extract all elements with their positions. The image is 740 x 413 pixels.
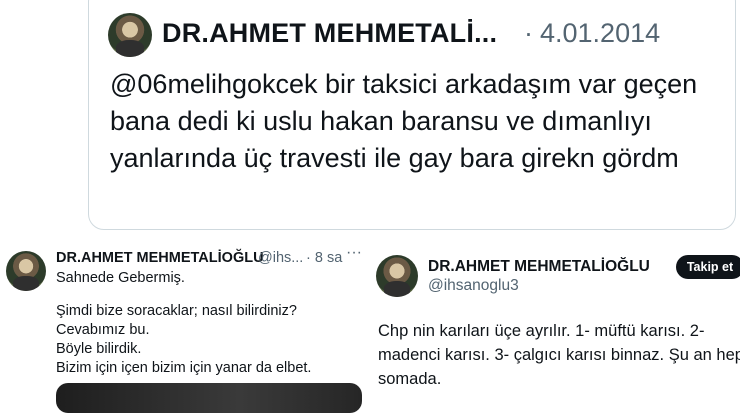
right-tweet-line: Chp nin karıları üçe ayrılır. 1- müftü k… xyxy=(378,322,705,340)
left-tweet-line: Bizim için içen bizim için yanar da elbe… xyxy=(56,360,312,376)
left-tweet-author-name[interactable]: DR.AHMET MEHMETALİOĞLU xyxy=(56,250,264,266)
right-tweet-author-name[interactable]: DR.AHMET MEHMETALİOĞLU xyxy=(428,258,650,276)
right-tweet-line: madenci karısı. 3- çalgıcı karısı binnaz… xyxy=(378,346,740,364)
left-tweet-avatar[interactable] xyxy=(6,251,46,291)
follow-button[interactable]: Takip et xyxy=(676,255,740,279)
top-tweet-date[interactable]: 4.01.2014 xyxy=(540,18,660,49)
top-tweet-separator: · xyxy=(524,18,533,48)
left-tweet-line: Şimdi bize soracaklar; nasıl bilirdiniz? xyxy=(56,303,297,319)
more-options-icon[interactable]: ··· xyxy=(346,244,362,262)
top-tweet-author-name[interactable]: DR.AHMET MEHMETALİ... xyxy=(162,18,497,49)
left-tweet-line: Cevabımız bu. xyxy=(56,322,150,338)
right-tweet-text: Chp nin karıları üçe ayrılır. 1- müftü k… xyxy=(378,319,740,391)
right-tweet-line: somada. xyxy=(378,370,442,388)
top-tweet-text: @06melihgokcek bir taksici arkadaşım var… xyxy=(110,69,698,173)
top-tweet-avatar[interactable] xyxy=(108,13,152,57)
left-tweet-line: Sahnede Gebermiş. xyxy=(56,270,185,286)
left-tweet-media[interactable] xyxy=(56,383,362,413)
left-tweet-line: Böyle bilirdik. xyxy=(56,341,142,357)
right-tweet-avatar[interactable] xyxy=(376,255,418,297)
left-tweet-handle[interactable]: @ihs... xyxy=(258,250,303,266)
right-tweet-handle[interactable]: @ihsanoglu3 xyxy=(428,277,519,295)
left-tweet-time[interactable]: · 8 sa xyxy=(306,250,342,266)
